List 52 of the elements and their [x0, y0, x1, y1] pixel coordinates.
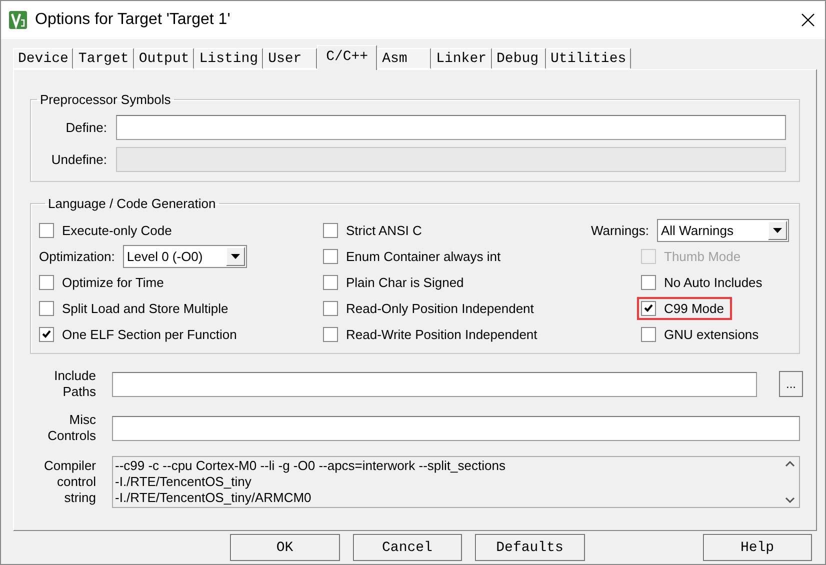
tab[interactable]: Output [134, 48, 194, 69]
dialog-button[interactable]: OK [230, 534, 340, 561]
input-field[interactable] [112, 372, 757, 396]
app-logo-icon [9, 11, 27, 29]
dialog-button[interactable]: Cancel [352, 534, 462, 561]
input-field[interactable] [112, 416, 800, 440]
tab[interactable]: Debug [492, 48, 546, 69]
checkbox[interactable]: Split Load and Store Multiple [35, 296, 236, 320]
text-area[interactable]: --c99 -c --cpu Cortex-M0 --li -g -O0 --apcs=interwork --split_sections -I./RTE/TencentOS_tiny -I./RTE/TencentOS_tiny/ARMCM0 [112, 456, 800, 508]
field-label: Compiler control string [42, 458, 96, 506]
tab[interactable]: Asm [377, 48, 432, 69]
select-label: Optimization: [39, 248, 115, 264]
checkbox[interactable]: Execute-only Code [35, 218, 180, 242]
checkbox[interactable]: Optimize for Time [35, 270, 172, 294]
check-icon [42, 330, 51, 338]
tab[interactable]: User [263, 48, 318, 69]
input-field[interactable] [116, 115, 786, 140]
field-label: Undefine: [50, 152, 107, 167]
group-title: Language / Code Generation [47, 196, 217, 211]
field-label: Misc Controls [46, 412, 96, 444]
checkbox[interactable]: No Auto Includes [637, 270, 770, 294]
group-title: Preprocessor Symbols [39, 92, 172, 107]
close-icon[interactable] [801, 13, 815, 27]
checkbox[interactable]: Strict ANSI C [319, 218, 430, 242]
dropdown-arrow-icon [773, 228, 782, 232]
scroll-up-icon[interactable] [785, 461, 795, 467]
dropdown-arrow-icon [230, 254, 240, 258]
dropdown[interactable]: Level 0 (-O0) [122, 244, 247, 268]
checkbox[interactable]: Read-Write Position Independent [319, 322, 546, 346]
checkbox[interactable]: C99 Mode [637, 296, 732, 320]
dialog-button[interactable]: Defaults [475, 534, 584, 561]
tab[interactable]: Device [13, 48, 74, 69]
compiler-string-text: --c99 -c --cpu Cortex-M0 --li -g -O0 --apcs=interwork --split_sections -I./RTE/TencentOS_tiny -I./RTE/TencentOS_tiny/ARMCM0 [114, 457, 506, 507]
dropdown[interactable]: All Warnings [657, 218, 789, 242]
dialog-button[interactable]: Help [702, 534, 812, 561]
checkbox[interactable]: Read-Only Position Independent [319, 296, 542, 320]
field-label: Define: [64, 120, 107, 135]
select-label: Warnings: [590, 222, 649, 238]
browse-button[interactable]: ... [779, 371, 803, 397]
checkbox[interactable]: Enum Container always int [319, 244, 509, 268]
check-icon [644, 304, 653, 312]
tab[interactable]: C/C++ [317, 45, 378, 70]
tab[interactable]: Listing [194, 48, 264, 69]
scroll-down-icon[interactable] [785, 497, 795, 503]
tab[interactable]: Linker [431, 48, 492, 69]
tab[interactable]: Target [73, 48, 134, 69]
tab[interactable]: Utilities [546, 48, 632, 69]
window-title: Options for Target 'Target 1' [35, 11, 232, 29]
checkbox[interactable]: Plain Char is Signed [319, 270, 472, 294]
field-label: Include Paths [53, 368, 96, 400]
checkbox[interactable]: GNU extensions [637, 322, 767, 346]
checkbox[interactable]: One ELF Section per Function [35, 322, 245, 346]
